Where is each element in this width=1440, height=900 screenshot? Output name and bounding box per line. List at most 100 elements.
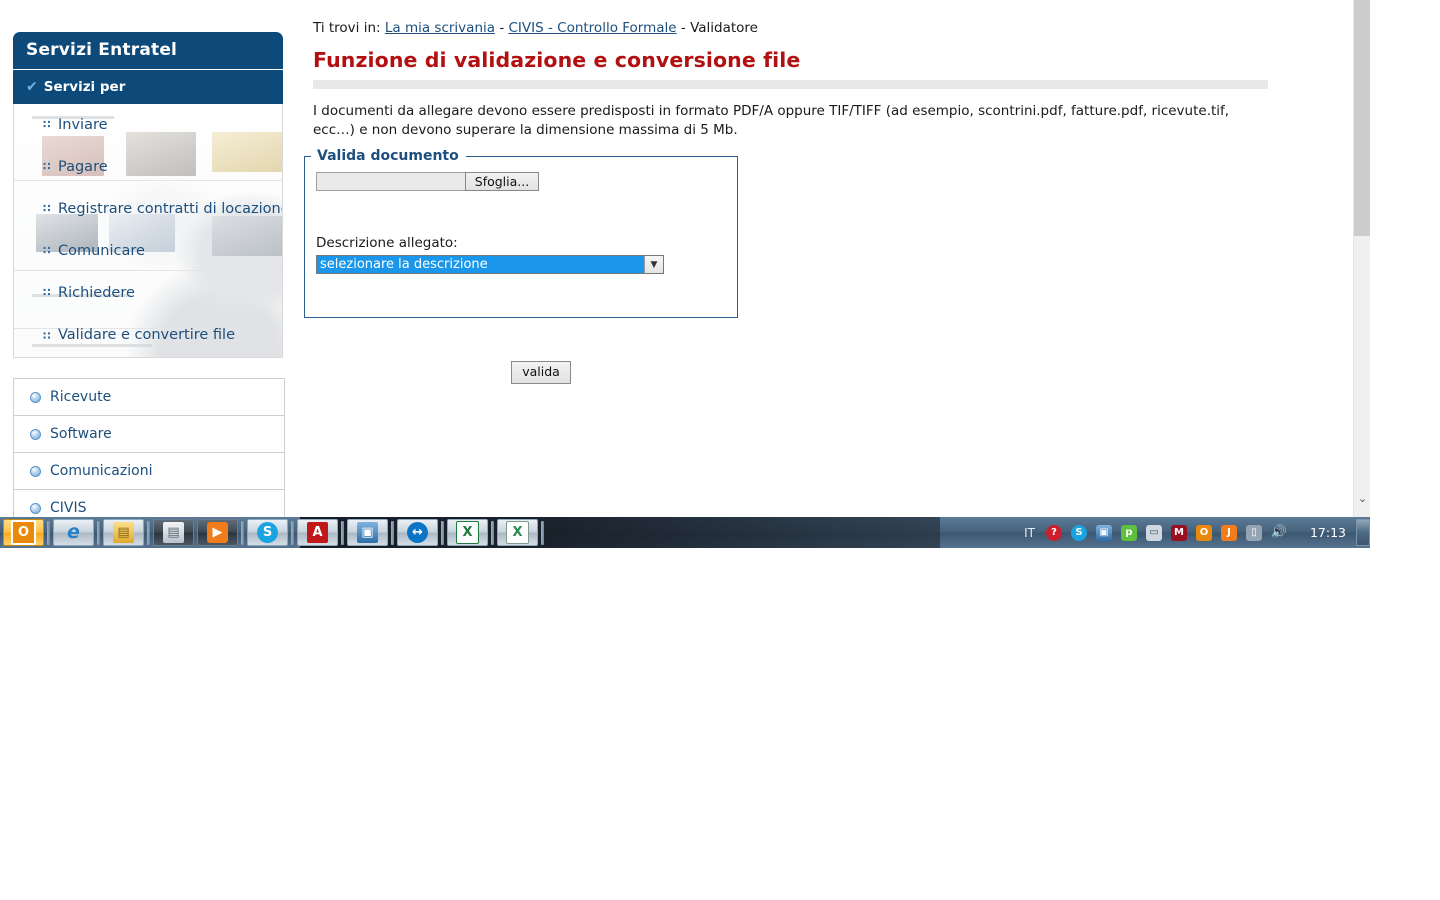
taskbar-button-skype[interactable]: S: [247, 519, 288, 546]
breadcrumb-separator: -: [499, 20, 505, 36]
sidebar-item-comunicare[interactable]: ∷ Comunicare: [14, 230, 282, 272]
internet-explorer-icon: e: [67, 521, 80, 543]
volume-icon[interactable]: 🔊: [1271, 525, 1287, 541]
sidebar-section-comunicazioni[interactable]: Comunicazioni: [14, 453, 284, 490]
breadcrumb-link-scrivania[interactable]: La mia scrivania: [385, 20, 495, 36]
folder-tray-icon[interactable]: ▣: [1095, 524, 1112, 541]
sidebar-item-richiedere[interactable]: ∷ Richiedere: [14, 272, 282, 314]
sidebar-section-label: CIVIS: [50, 500, 87, 516]
page-title: Funzione di validazione e conversione fi…: [313, 48, 801, 72]
valida-documento-fieldset: Valida documento Sfoglia... Descrizione …: [304, 148, 738, 318]
bullet-icon: ∷: [43, 286, 51, 299]
vertical-scrollbar[interactable]: ⌄: [1353, 0, 1370, 517]
sidebar-item-label: Inviare: [58, 117, 108, 133]
sidebar-section-label: Ricevute: [50, 389, 112, 405]
sidebar-subtitle[interactable]: ✔ Servizi per: [13, 69, 283, 104]
main-content: Ti trovi in: La mia scrivania - CIVIS - …: [304, 0, 1304, 384]
taskbar-divider: [541, 520, 544, 545]
sidebar-section-label: Software: [50, 426, 112, 442]
breadcrumb-separator: -: [680, 20, 686, 36]
scrollbar-thumb[interactable]: [1354, 0, 1370, 236]
sidebar-title: Servizi Entratel: [13, 32, 283, 69]
skype-tray-icon[interactable]: S: [1070, 524, 1087, 541]
taskbar-button-adobe-reader[interactable]: A: [297, 519, 338, 546]
java-icon[interactable]: J: [1220, 524, 1237, 541]
title-divider: [313, 80, 1268, 89]
breadcrumb-current: Validatore: [690, 20, 758, 36]
breadcrumb-prefix: Ti trovi in:: [313, 20, 381, 36]
sidebar-item-pagare[interactable]: ∷ Pagare: [14, 146, 282, 188]
sidebar-item-registrare-contratti[interactable]: ∷ Registrare contratti di locazione: [14, 188, 282, 230]
sidebar-section-civis[interactable]: CIVIS: [14, 490, 284, 517]
sidebar-section-software[interactable]: Software: [14, 416, 284, 453]
sphere-bullet-icon: [30, 429, 41, 440]
taskbar-divider: [441, 520, 444, 545]
taskbar-button-excel-document[interactable]: X: [497, 519, 538, 546]
sidebar-item-validare-convertire-file[interactable]: ∷ Validare e convertire file: [14, 314, 282, 357]
description-select-value: selezionare la descrizione: [317, 256, 644, 273]
breadcrumb: Ti trovi in: La mia scrivania - CIVIS - …: [304, 0, 1304, 36]
system-tray: IT ? S ▣ p ▭ M O J ▯ 🔊 17:13: [1024, 517, 1352, 548]
taskbar-divider: [97, 520, 100, 545]
valida-submit-button[interactable]: valida: [511, 361, 571, 384]
taskbar-divider: [147, 520, 150, 545]
taskbar-clock[interactable]: 17:13: [1310, 525, 1346, 540]
sidebar-item-label: Richiedere: [58, 285, 135, 301]
bullet-icon: ∷: [43, 329, 51, 342]
show-desktop-button[interactable]: [1356, 519, 1370, 546]
taskbar-divider: [241, 520, 244, 545]
mcafee-icon[interactable]: M: [1170, 524, 1187, 541]
language-indicator[interactable]: IT: [1024, 526, 1035, 540]
taskbar-button-internet-explorer[interactable]: e: [53, 519, 94, 546]
notepad-icon: ▤: [163, 522, 184, 543]
taskbar-button-office-outlook[interactable]: O: [3, 519, 44, 546]
breadcrumb-link-civis[interactable]: CIVIS - Controllo Formale: [509, 20, 677, 36]
media-player-icon: ▶: [207, 522, 228, 543]
browser-viewport: Servizi Entratel ✔ Servizi per ∷ Inviare…: [0, 0, 1370, 517]
taskbar-button-excel[interactable]: X: [447, 519, 488, 546]
sidebar-item-label: Validare e convertire file: [58, 327, 235, 343]
teamviewer-icon: ↔: [407, 522, 428, 543]
network-icon[interactable]: ▯: [1245, 524, 1262, 541]
sidebar-item-inviare[interactable]: ∷ Inviare: [14, 104, 282, 146]
sidebar-menu: ∷ Inviare ∷ Pagare ∷ Registrare contratt…: [13, 104, 283, 358]
chevron-down-icon: ▼: [644, 256, 663, 273]
bullet-icon: ∷: [43, 160, 51, 173]
windows-taskbar: O e ▤ ▤ ▶ S A ▣ ↔ X X IT ? S ▣ p ▭ M O J…: [0, 517, 1370, 548]
printer-icon[interactable]: ▭: [1145, 524, 1162, 541]
office-tray-icon[interactable]: O: [1195, 524, 1212, 541]
taskbar-divider: [47, 520, 50, 545]
skype-icon: S: [257, 522, 278, 543]
help-icon[interactable]: ?: [1045, 524, 1062, 541]
taskbar-button-notepad[interactable]: ▤: [153, 519, 194, 546]
excel-document-icon: X: [506, 521, 529, 544]
bullet-icon: ∷: [43, 118, 51, 131]
intro-text: I documenti da allegare devono essere pr…: [313, 103, 1230, 138]
sidebar-subtitle-label: Servizi per: [43, 79, 126, 95]
sidebar-item-label: Pagare: [58, 159, 108, 175]
taskbar-divider: [491, 520, 494, 545]
sidebar-section-label: Comunicazioni: [50, 463, 153, 479]
taskbar-button-media-player[interactable]: ▶: [197, 519, 238, 546]
sphere-bullet-icon: [30, 466, 41, 477]
sidebar-section-ricevute[interactable]: Ricevute: [14, 379, 284, 416]
description-select[interactable]: selezionare la descrizione ▼: [316, 255, 664, 274]
office-outlook-icon: O: [11, 520, 36, 545]
bullet-icon: ∷: [43, 244, 51, 257]
taskbar-divider: [341, 520, 344, 545]
check-icon: ✔: [26, 79, 38, 95]
folder-open-icon: ▣: [357, 522, 378, 543]
taskbar-divider: [391, 520, 394, 545]
taskbar-button-file-explorer[interactable]: ▤: [103, 519, 144, 546]
adobe-reader-icon: A: [307, 522, 328, 543]
browse-button[interactable]: Sfoglia...: [465, 172, 539, 191]
file-explorer-icon: ▤: [113, 522, 134, 543]
sidebar-item-label: Registrare contratti di locazione: [58, 201, 283, 217]
taskbar-button-folder-open[interactable]: ▣: [347, 519, 388, 546]
scroll-down-icon[interactable]: ⌄: [1354, 490, 1370, 507]
taskbar-button-teamviewer[interactable]: ↔: [397, 519, 438, 546]
file-path-input[interactable]: [316, 172, 465, 191]
green-app-icon[interactable]: p: [1120, 524, 1137, 541]
bullet-icon: ∷: [43, 202, 51, 215]
file-upload-row: Sfoglia...: [316, 172, 737, 191]
